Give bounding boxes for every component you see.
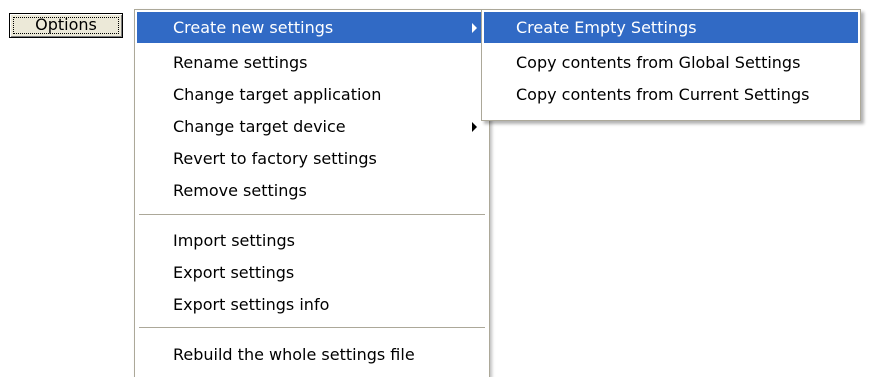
menu-item-label: Change target application <box>173 85 382 104</box>
options-menu: Create new settings Rename settings Chan… <box>134 9 490 377</box>
menu-item-remove-settings[interactable]: Remove settings <box>137 175 487 206</box>
menu-item-revert-to-factory-settings[interactable]: Revert to factory settings <box>137 143 487 174</box>
menu-item-export-settings[interactable]: Export settings <box>137 257 487 288</box>
submenu-arrow-icon <box>472 23 477 33</box>
menu-item-rebuild-settings-file[interactable]: Rebuild the whole settings file <box>137 339 487 370</box>
menu-item-change-target-device[interactable]: Change target device <box>137 111 487 142</box>
options-button[interactable]: Options <box>9 13 123 38</box>
menu-item-label: Create new settings <box>173 18 334 37</box>
toolbar-area <box>0 0 134 377</box>
menu-item-label: Export settings <box>173 263 295 282</box>
menu-item-label: Revert to factory settings <box>173 149 377 168</box>
submenu-arrow-icon <box>472 122 477 132</box>
menu-item-create-new-settings[interactable]: Create new settings <box>137 12 487 43</box>
menu-item-label: Rename settings <box>173 53 308 72</box>
menu-item-label: Remove settings <box>173 181 307 200</box>
menu-item-label: Import settings <box>173 231 295 250</box>
submenu-item-copy-current-settings[interactable]: Copy contents from Current Settings <box>484 79 858 110</box>
submenu-item-label: Create Empty Settings <box>516 18 697 37</box>
menu-item-label: Rebuild the whole settings file <box>173 345 415 364</box>
menu-item-label: Export settings info <box>173 295 330 314</box>
menu-item-rename-settings[interactable]: Rename settings <box>137 47 487 78</box>
menu-item-label: Change target device <box>173 117 346 136</box>
menu-item-change-target-application[interactable]: Change target application <box>137 79 487 110</box>
create-new-settings-submenu: Create Empty Settings Copy contents from… <box>481 9 861 121</box>
submenu-item-create-empty-settings[interactable]: Create Empty Settings <box>484 12 858 43</box>
menu-item-export-settings-info[interactable]: Export settings info <box>137 289 487 320</box>
menu-item-import-settings[interactable]: Import settings <box>137 225 487 256</box>
menu-separator <box>139 327 485 328</box>
options-button-label: Options <box>35 15 97 34</box>
submenu-item-copy-global-settings[interactable]: Copy contents from Global Settings <box>484 47 858 78</box>
menu-separator <box>139 214 485 215</box>
submenu-item-label: Copy contents from Current Settings <box>516 85 810 104</box>
submenu-item-label: Copy contents from Global Settings <box>516 53 801 72</box>
